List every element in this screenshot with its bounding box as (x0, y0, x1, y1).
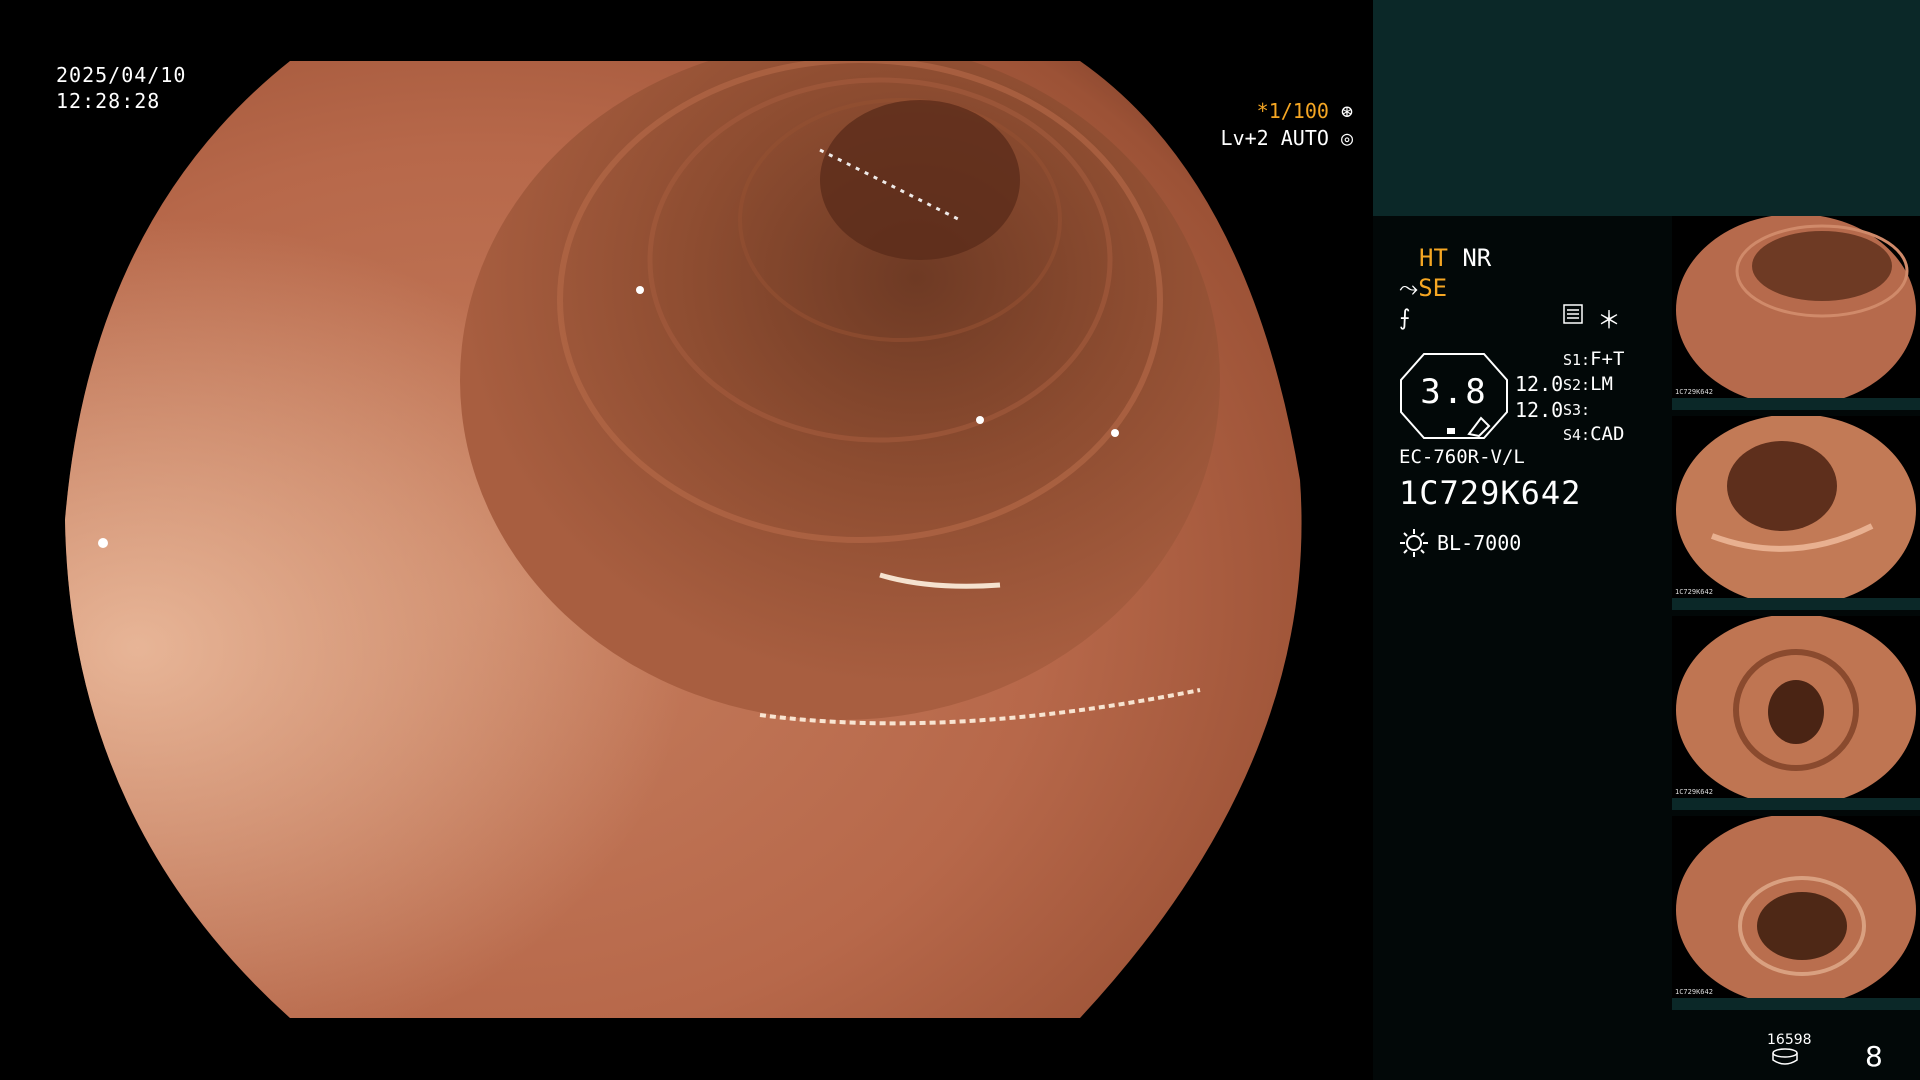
exposure-level: Lv+2 AUTO (1220, 126, 1329, 150)
time-text: 12:28:28 (56, 89, 161, 113)
slot-value: CAD (1590, 423, 1625, 445)
gauge-value: 3.8 (1420, 372, 1488, 412)
auto-icon: ◎ (1340, 126, 1353, 150)
stat-top: 12.0 (1515, 372, 1564, 396)
thumbnail-image (1676, 816, 1916, 1006)
slot-key: S2: (1563, 376, 1591, 394)
light-source-icon (1400, 529, 1428, 557)
mode-ht-nr: HT NR (1419, 244, 1491, 272)
slot-key: S3: (1563, 401, 1591, 419)
asterisk-icon: ＊ (1597, 306, 1621, 334)
slot-key: S1: (1563, 351, 1591, 369)
structure-icon: ⤳ (1399, 274, 1419, 302)
thumbnail-image (1676, 616, 1916, 806)
thumbnail-image (1676, 216, 1916, 406)
thumbnail-2[interactable]: 1C729K642 (1672, 416, 1920, 610)
stat-bottom: 12.0 (1515, 398, 1564, 422)
nr-label: NR (1462, 244, 1492, 272)
date-text: 2025/04/10 (56, 63, 187, 87)
thumbnail-bar (1672, 598, 1920, 610)
thumbnail-label: 1C729K642 (1675, 988, 1713, 996)
shutter-speed: *1/100 (1256, 99, 1329, 123)
panel-header-area (1373, 0, 1920, 216)
thumbnail-label: 1C729K642 (1675, 388, 1713, 396)
storage-disk-icon (1772, 1048, 1798, 1065)
thumbnail-bar (1672, 998, 1920, 1010)
thumbnail-image (1676, 416, 1916, 606)
menu-icon (1563, 304, 1583, 324)
scope-model: EC-760R-V/L (1399, 446, 1525, 468)
thumbnail-1[interactable]: 1C729K642 (1672, 216, 1920, 410)
light-source-model: BL-7000 (1437, 531, 1522, 555)
thumbnail-3[interactable]: 1C729K642 (1672, 616, 1920, 810)
slot-s3: S3: (1563, 398, 1590, 420)
image-counter-total: 16598 (1767, 1032, 1812, 1048)
exposure-overlay: *1/100 ⊛ Lv+2 AUTO ◎ (1221, 98, 1353, 152)
se-label: SE (1418, 274, 1448, 302)
datetime-overlay: 2025/04/10 12:28:28 (56, 62, 186, 114)
slot-s1: S1:F+T (1563, 348, 1624, 370)
freeze-icon: ⨍ (1399, 306, 1411, 331)
endoscope-main-view: 2025/04/10 12:28:28 *1/100 ⊛ Lv+2 AUTO ◎ (0, 0, 1373, 1080)
slot-value: LM (1590, 373, 1613, 395)
slot-s4: S4:CAD (1563, 423, 1624, 445)
capture-count: 8 (1865, 1040, 1883, 1073)
mode-se: ⤳SE (1399, 274, 1447, 302)
thumbnail-label: 1C729K642 (1675, 788, 1713, 796)
thumbnail-bar (1672, 398, 1920, 410)
slot-s2: S2:LM (1563, 373, 1613, 395)
slot-key: S4: (1563, 426, 1591, 444)
thumbnail-4[interactable]: 1C729K642 (1672, 816, 1920, 1010)
info-side-panel: HT NR ⤳SE ⨍ ＊ 3.8 12.0 12.0 S1:F+T S2:LM (1373, 0, 1920, 1080)
ht-label: HT (1419, 244, 1448, 272)
thumbnail-bar (1672, 798, 1920, 810)
slot-value: F+T (1590, 348, 1625, 370)
thumbnail-label: 1C729K642 (1675, 588, 1713, 596)
scope-serial: 1C729K642 (1399, 474, 1582, 512)
endoscopic-image (65, 61, 1302, 1018)
shutter-icon: ⊛ (1340, 99, 1353, 123)
